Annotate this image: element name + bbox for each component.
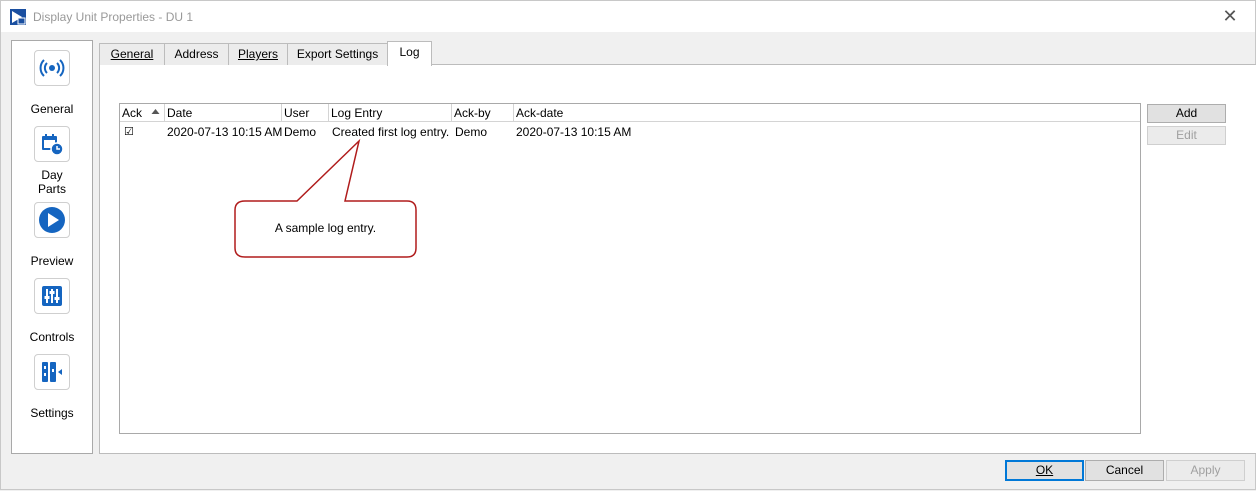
column-header-ack[interactable]: Ack [120,104,165,122]
column-header-ack-date[interactable]: Ack-date [514,104,1140,122]
nav-item-general[interactable]: General [12,50,92,116]
apply-button-label: Apply [1190,463,1221,477]
apply-button[interactable]: Apply [1166,460,1245,481]
ok-button-label: OK [1035,463,1054,477]
column-header-user[interactable]: User [282,104,329,122]
column-header-log-entry-label: Log Entry [331,106,383,120]
calendar-clock-icon [34,126,70,162]
nav-label-settings: Settings [30,406,74,420]
nav-label-controls: Controls [29,330,75,344]
play-icon [34,202,70,238]
add-button-label: Add [1175,106,1198,120]
tab-log-label: Log [399,45,420,59]
close-icon: ✕ [1222,6,1238,26]
nav-item-settings[interactable]: Settings [12,354,92,420]
tab-players[interactable]: Players [228,43,288,65]
tab-address[interactable]: Address [164,43,229,65]
broadcast-icon [34,50,70,86]
cell-ack-by: Demo [455,125,488,139]
column-header-ack-label: Ack [122,106,143,120]
callout-text: A sample log entry. [274,221,377,235]
ok-button[interactable]: OK [1005,460,1084,481]
nav-item-day-parts[interactable]: Day Parts [12,126,92,196]
tab-log[interactable]: Log [387,41,432,66]
tab-general[interactable]: General [99,43,165,65]
settings-panel-icon [34,354,70,390]
properties-window: Display Unit Properties - DU 1 ✕ General [0,0,1256,490]
column-header-user-label: User [284,106,310,120]
tab-export-settings[interactable]: Export Settings [287,43,388,65]
app-icon [10,9,26,25]
nav-label-general: General [30,102,74,116]
cancel-button[interactable]: Cancel [1085,460,1164,481]
column-header-ack-date-label: Ack-date [516,106,564,120]
nav-item-controls[interactable]: Controls [12,278,92,344]
nav-label-preview: Preview [30,254,74,268]
column-header-date[interactable]: Date [165,104,282,122]
window-title: Display Unit Properties - DU 1 [33,10,194,24]
close-button[interactable]: ✕ [1219,5,1241,27]
column-header-log-entry[interactable]: Log Entry [329,104,452,122]
tab-players-label: Players [237,47,278,61]
cell-log-entry: Created first log entry. [332,125,450,139]
ack-checkbox[interactable]: ☑ [124,124,134,140]
column-header-ack-by-label: Ack-by [454,106,491,120]
tab-address-label: Address [174,47,219,61]
cell-user: Demo [284,125,317,139]
add-button[interactable]: Add [1147,104,1226,123]
tab-export-settings-label: Export Settings [296,47,379,61]
cell-date: 2020-07-13 10:15 AM [167,125,283,139]
column-header-ack-by[interactable]: Ack-by [452,104,514,122]
sort-ascending-icon [151,109,160,114]
title-bar: Display Unit Properties - DU 1 ✕ [1,1,1255,32]
cancel-button-label: Cancel [1105,463,1144,477]
edit-button[interactable]: Edit [1147,126,1226,145]
tab-general-label: General [110,47,154,61]
log-table[interactable]: Ack Date User Log Entry Ack-by Ack-date … [119,103,1141,434]
cell-ack-date: 2020-07-13 10:15 AM [516,125,632,139]
nav-item-preview[interactable]: Preview [12,202,92,268]
side-nav: General Day Parts Preview Controls Setti… [11,40,93,454]
sliders-icon [34,278,70,314]
column-header-date-label: Date [167,106,193,120]
nav-label-day-parts: Day Parts [37,168,66,196]
edit-button-label: Edit [1176,128,1197,142]
